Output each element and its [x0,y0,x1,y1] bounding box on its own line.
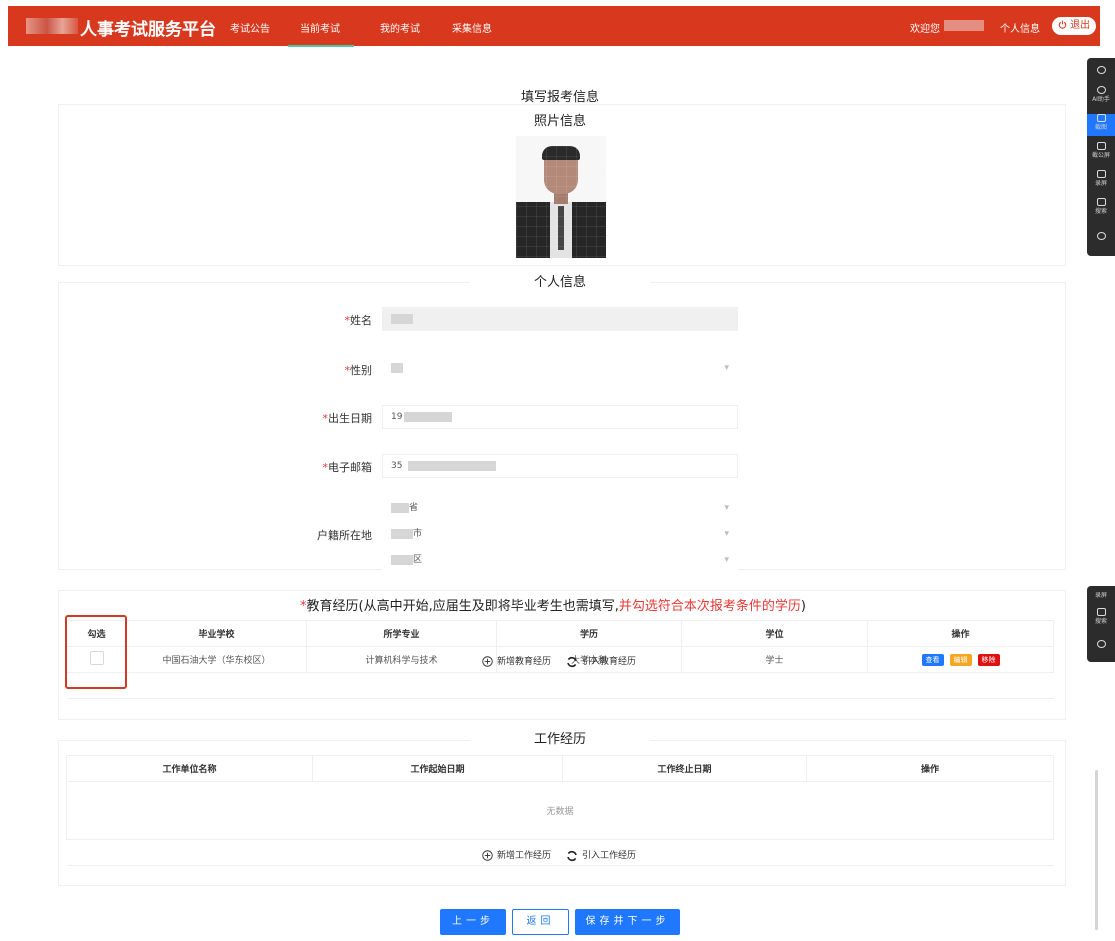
table-header-row: 勾选 毕业学校 所学专业 学历 学位 操作 [66,620,1054,647]
nav-my-exam[interactable]: 我的考试 [380,20,420,35]
plus-circle-icon [482,656,493,667]
gender-label: *性别 [344,364,373,377]
welcome-text: 欢迎您 [910,24,940,35]
brand-title: 人事考试服务平台 [80,20,216,40]
major-cell: 计算机科学与技术 [306,646,497,673]
actions-cell: 查看 编辑 移除 [867,646,1054,673]
education-table: 勾选 毕业学校 所学专业 学历 学位 操作 中国石油大学（华东校区） 计算机科学… [66,620,1054,699]
nav-current-exam[interactable]: 当前考试 [300,20,340,35]
refresh-icon [567,656,577,667]
profile-link[interactable]: 个人信息 [1000,20,1040,35]
view-button[interactable]: 查看 [921,653,944,666]
side-tool-panel-lower: 录屏 搜索 [1087,586,1115,662]
back-button[interactable]: 返回 [512,909,569,935]
col-end-date: 工作终止日期 [562,755,807,782]
applicant-photo [516,136,606,258]
record-tool-lower[interactable]: 录屏 [1087,590,1115,599]
import-work-button[interactable]: 引入工作经历 [566,848,636,862]
power-icon [1058,20,1067,29]
col-employer: 工作单位名称 [66,755,313,782]
chevron-down-icon: ▾ [724,555,729,565]
shield-icon[interactable] [1087,66,1115,74]
logout-label: 退出 [1070,20,1091,31]
birth-label: *出生日期 [322,412,373,425]
work-section-title: 工作经历 [470,728,650,747]
save-next-button[interactable]: 保存并下一步 [575,909,680,935]
nav-collect-info[interactable]: 采集信息 [452,20,492,35]
ai-assistant-tool[interactable]: AI助手 [1087,86,1115,103]
table-header-row: 工作单位名称 工作起始日期 工作终止日期 操作 [66,755,1054,782]
page-title: 填写报考信息 [520,90,599,105]
degree-cell: 学士 [681,646,868,673]
refresh-icon [567,850,577,861]
top-navbar: 人事考试服务平台 考试公告 当前考试 我的考试 采集信息 欢迎您 个人信息 退出 [8,6,1100,47]
settings-icon-lower[interactable] [1087,640,1115,648]
name-label: *姓名 [344,314,373,327]
col-start-date: 工作起始日期 [312,755,563,782]
logo [26,18,78,34]
name-field[interactable] [382,307,738,331]
chevron-down-icon: ▾ [724,503,729,513]
active-nav-indicator [288,45,354,47]
checkbox-column-highlight [65,615,127,689]
import-education-button[interactable]: 引入教育经历 [566,654,636,668]
table-add-row [66,839,1054,866]
username-blurred [944,20,984,31]
city-select[interactable]: 市 ▾ [382,522,738,546]
photo-section-title: 照片信息 [533,114,586,129]
email-field[interactable]: 35 [382,454,738,478]
gender-select[interactable]: ▾ [382,356,738,380]
col-actions: 操作 [806,755,1054,782]
chevron-down-icon: ▾ [724,529,729,539]
col-degree: 学位 [681,620,868,647]
search-tool[interactable]: 搜索 [1087,198,1115,215]
add-work-button[interactable]: 新增工作经历 [482,848,551,861]
side-tool-panel: AI助手 截图 截公屏 录屏 搜索 [1087,58,1115,256]
personal-section-title: 个人信息 [470,271,650,290]
email-label: *电子邮箱 [322,461,373,474]
remove-button[interactable]: 移除 [977,653,1000,666]
work-table: 工作单位名称 工作起始日期 工作终止日期 操作 无数据 [66,755,1054,866]
table-row: 中国石油大学（华东校区） 计算机科学与技术 大学本科 学士 查看 编辑 移除 [66,646,1054,673]
table-add-row [66,672,1054,699]
birth-date-field[interactable]: 19 [382,405,738,429]
screen-capture-tool[interactable]: 截公屏 [1087,142,1115,159]
add-education-button[interactable]: 新增教育经历 [482,654,551,667]
edit-button[interactable]: 编辑 [949,653,972,666]
hukou-label: 户籍所在地 [317,529,372,542]
col-major: 所学专业 [306,620,497,647]
record-tool[interactable]: 录屏 [1087,170,1115,187]
col-actions: 操作 [867,620,1054,647]
chevron-down-icon: ▾ [724,363,729,373]
col-school: 毕业学校 [126,620,307,647]
screenshot-tool[interactable]: 截图 [1087,114,1115,136]
plus-circle-icon [482,850,493,861]
scrollbar[interactable] [1095,770,1098,930]
district-select[interactable]: 区 ▾ [382,548,738,572]
school-cell: 中国石油大学（华东校区） [126,646,307,673]
logout-button[interactable]: 退出 [1052,17,1096,35]
col-degree-level: 学历 [496,620,682,647]
province-select[interactable]: 省 ▾ [382,496,738,520]
education-title: *教育经历(从高中开始,应届生及即将毕业考生也需填写,并勾选符合本次报考条件的学… [300,599,806,614]
search-tool-lower[interactable]: 搜索 [1087,608,1115,625]
prev-step-button[interactable]: 上一步 [440,909,506,935]
empty-data-text: 无数据 [66,781,1054,840]
nav-exam-notice[interactable]: 考试公告 [230,20,270,35]
settings-icon[interactable] [1087,232,1115,240]
